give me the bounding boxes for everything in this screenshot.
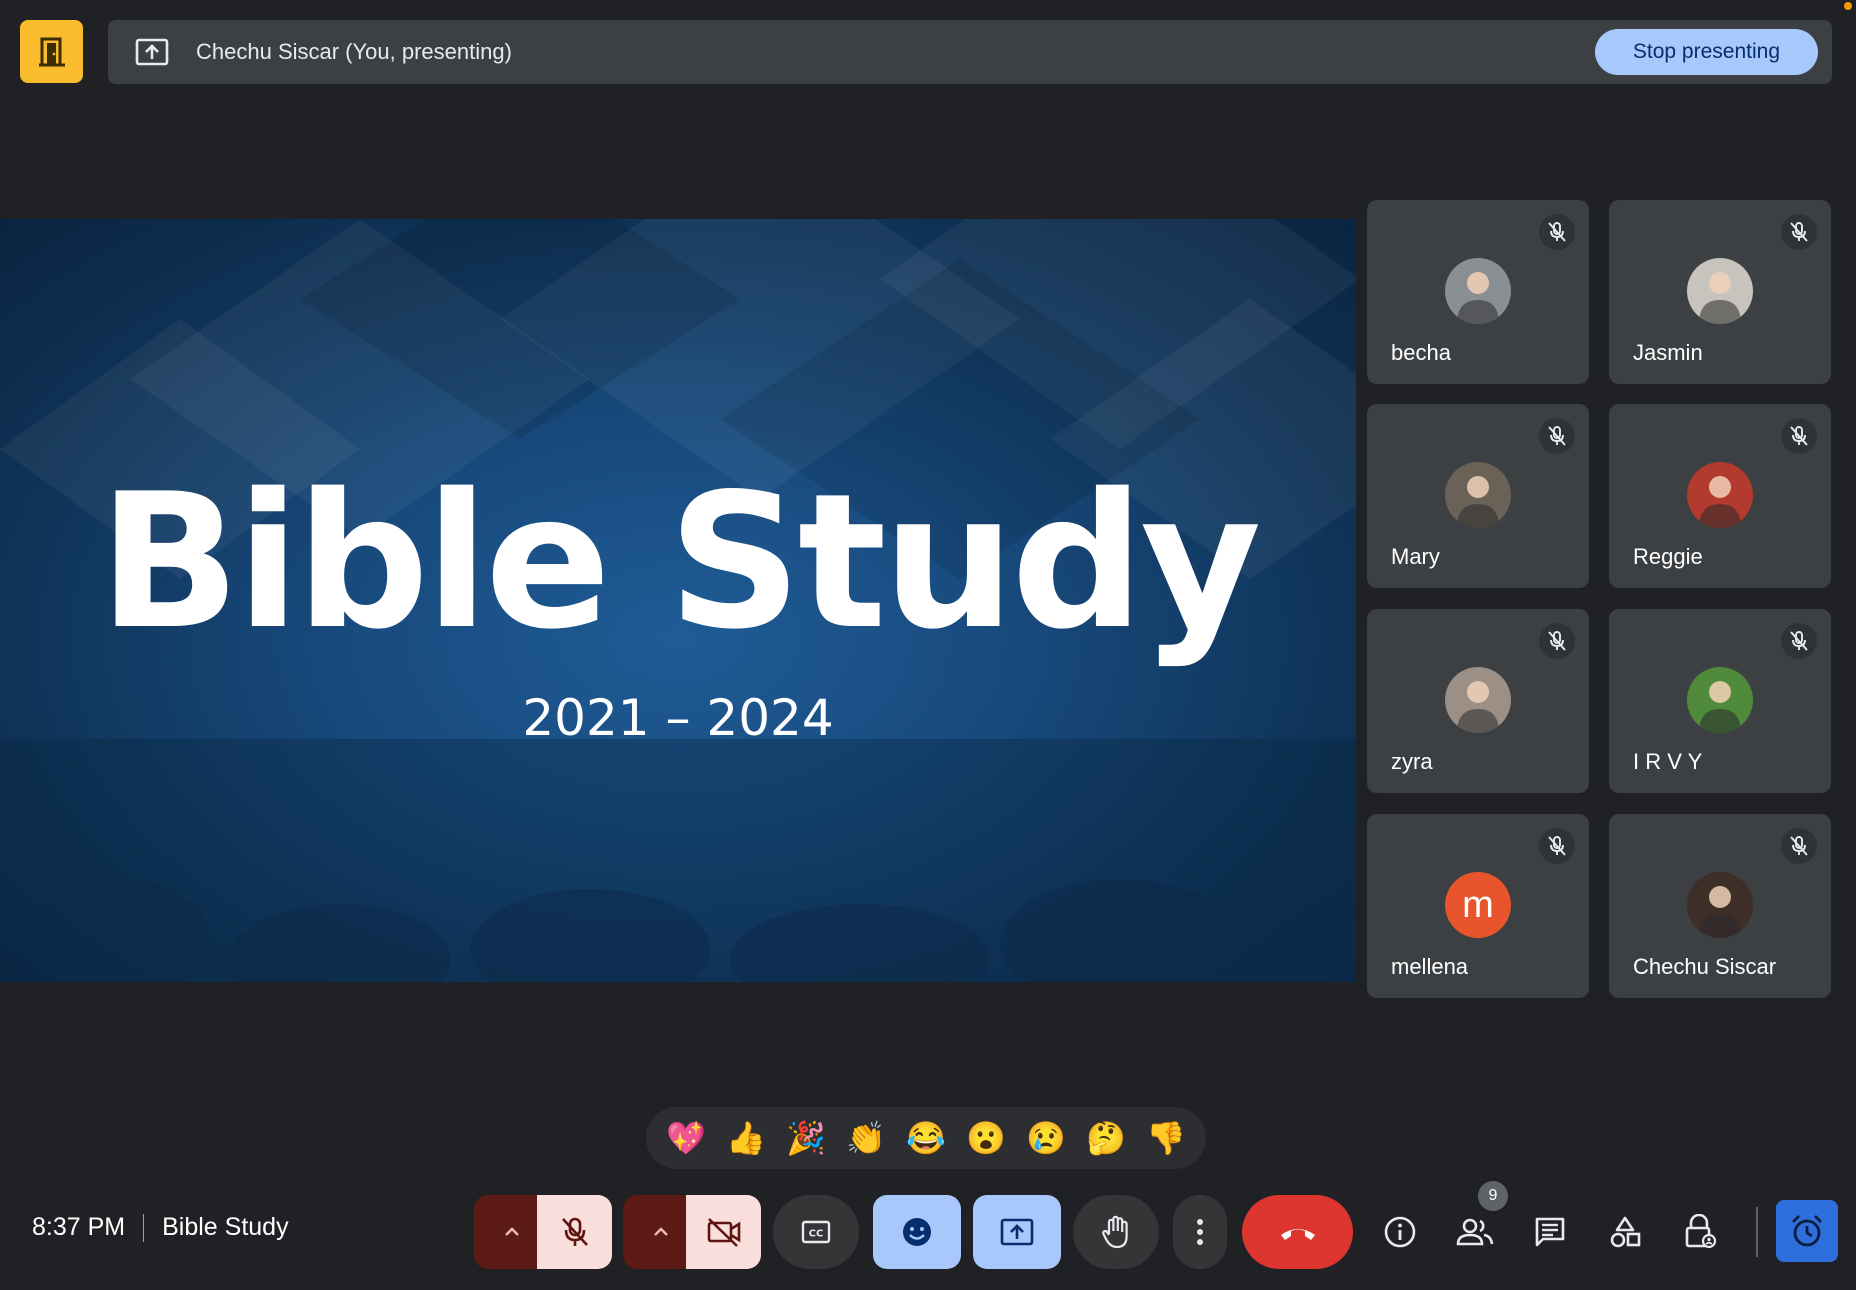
participant-tile[interactable]: Jasmin — [1609, 200, 1831, 384]
chevron-up-icon — [653, 1227, 668, 1236]
participant-tile[interactable]: Reggie — [1609, 404, 1831, 588]
mic-off-icon — [1539, 214, 1575, 250]
slide-years: 2021 – 2024 — [522, 689, 834, 747]
reaction-emoji[interactable]: 🎉 — [783, 1115, 829, 1161]
stop-presenting-button[interactable]: Stop presenting — [1594, 29, 1818, 75]
presenting-status-text: Chechu Siscar (You, presenting) — [196, 39, 512, 64]
avatar — [1687, 872, 1753, 938]
leave-call-button[interactable] — [1242, 1195, 1353, 1269]
participant-tile[interactable]: m mellena — [1367, 814, 1589, 998]
avatar: m — [1445, 872, 1511, 938]
raise-hand-button[interactable] — [1073, 1195, 1159, 1269]
present-to-all-icon — [1000, 1218, 1034, 1246]
slide-title: Bible Study — [98, 453, 1261, 670]
activities-button[interactable] — [1595, 1202, 1655, 1262]
participant-name: Chechu Siscar — [1633, 954, 1777, 979]
reaction-emoji[interactable]: 😢 — [1023, 1115, 1069, 1161]
mic-off-icon — [1781, 828, 1817, 864]
shapes-icon — [1610, 1216, 1641, 1248]
raise-hand-icon — [1102, 1215, 1128, 1249]
meeting-details-button[interactable] — [1370, 1202, 1430, 1262]
more-vertical-icon — [1197, 1219, 1203, 1245]
recording-indicator-dot — [1844, 2, 1852, 10]
mic-off-icon — [1781, 214, 1817, 250]
alarm-clock-icon — [1792, 1215, 1822, 1247]
participant-name: I R V Y — [1633, 749, 1703, 774]
presentation-slide: Bible Study 2021 – 2024 — [0, 219, 1356, 982]
avatar — [1687, 462, 1753, 528]
closed-captions-icon: CC — [801, 1220, 831, 1244]
info-icon — [1384, 1216, 1416, 1248]
participant-name: mellena — [1391, 954, 1469, 979]
captions-button[interactable]: CC — [773, 1195, 859, 1269]
camera-off-icon — [707, 1218, 740, 1247]
mic-off-icon — [1539, 828, 1575, 864]
more-options-button[interactable] — [1173, 1195, 1227, 1269]
avatar — [1445, 462, 1511, 528]
reaction-emoji[interactable]: 👎 — [1143, 1115, 1189, 1161]
emoji-icon — [903, 1218, 931, 1246]
reaction-emoji[interactable]: 😂 — [903, 1115, 949, 1161]
present-to-all-icon — [134, 34, 170, 70]
reaction-emoji[interactable]: 😮 — [963, 1115, 1009, 1161]
avatar — [1687, 667, 1753, 733]
chat-icon — [1535, 1217, 1565, 1247]
participant-tile[interactable]: becha — [1367, 200, 1589, 384]
current-time: 8:37 PM — [32, 1213, 126, 1241]
participant-name: becha — [1391, 340, 1451, 365]
lock-person-icon — [1685, 1214, 1717, 1249]
mic-off-icon — [1781, 418, 1817, 454]
reaction-emoji[interactable]: 👍 — [723, 1115, 769, 1161]
people-count-badge: 9 — [1478, 1181, 1508, 1211]
meeting-name: Bible Study — [162, 1213, 289, 1241]
meeting-details: 8:37 PM Bible Study — [32, 1213, 289, 1242]
participant-tile[interactable]: zyra — [1367, 609, 1589, 793]
present-now-button[interactable] — [973, 1195, 1061, 1269]
end-call-icon — [1280, 1229, 1315, 1240]
participant-tile[interactable]: I R V Y — [1609, 609, 1831, 793]
timer-button[interactable] — [1776, 1200, 1838, 1262]
people-button[interactable] — [1445, 1202, 1505, 1262]
mic-off-icon — [1539, 418, 1575, 454]
mic-off-icon — [1781, 623, 1817, 659]
door-icon — [38, 37, 65, 66]
send-reaction-button[interactable] — [873, 1195, 961, 1269]
participant-name: Jasmin — [1633, 340, 1703, 365]
camera-toggle-button[interactable] — [686, 1195, 761, 1269]
meet-logo — [20, 20, 83, 83]
avatar — [1445, 667, 1511, 733]
mic-off-icon — [561, 1217, 588, 1246]
mic-off-icon — [1539, 623, 1575, 659]
participant-name: Mary — [1391, 544, 1440, 569]
avatar — [1445, 258, 1511, 324]
microphone-toggle-button[interactable] — [537, 1195, 612, 1269]
avatar — [1687, 258, 1753, 324]
host-controls-button[interactable] — [1670, 1202, 1730, 1262]
reaction-emoji[interactable]: 🤔 — [1083, 1115, 1129, 1161]
reaction-emoji[interactable]: 💖 — [663, 1115, 709, 1161]
presenting-banner: Chechu Siscar (You, presenting) Stop pre… — [108, 20, 1832, 84]
participant-name: zyra — [1391, 749, 1433, 774]
reaction-emoji[interactable]: 👏 — [843, 1115, 889, 1161]
participant-tile[interactable]: Chechu Siscar — [1609, 814, 1831, 998]
people-icon — [1456, 1218, 1494, 1246]
divider — [143, 1213, 145, 1242]
svg-text:CC: CC — [809, 1229, 824, 1240]
toolbar-divider — [1756, 1207, 1758, 1257]
participant-tile[interactable]: Mary — [1367, 404, 1589, 588]
participant-name: Reggie — [1633, 544, 1703, 569]
reactions-bar: 💖 👍 🎉 👏 😂 😮 😢 🤔 👎 — [646, 1107, 1206, 1169]
chevron-up-icon — [504, 1227, 519, 1236]
chat-button[interactable] — [1520, 1202, 1580, 1262]
